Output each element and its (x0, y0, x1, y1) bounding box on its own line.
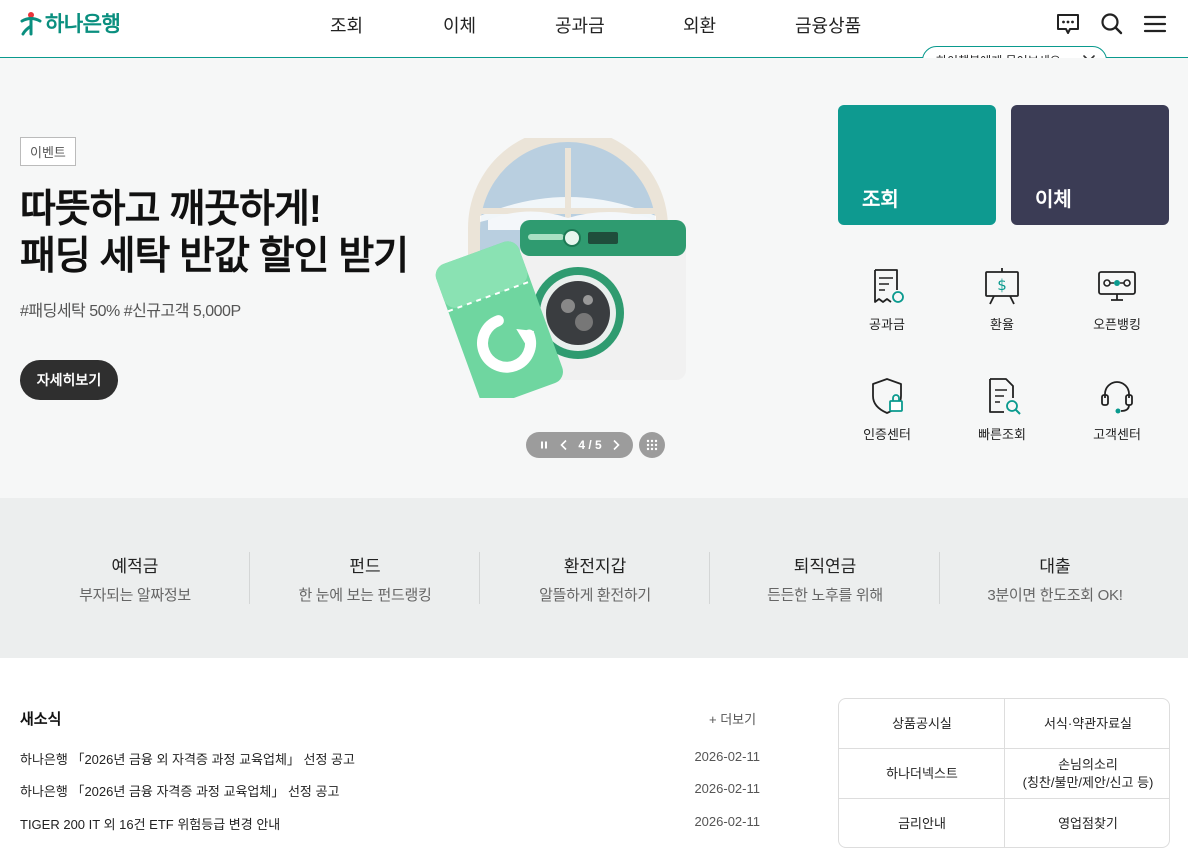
nav-financial-products[interactable]: 금융상품 (795, 12, 861, 38)
link-interest-rates[interactable]: 금리안내 (839, 799, 1005, 847)
quick-fast-inquiry[interactable]: 빠른조회 (957, 376, 1047, 443)
news-item-title: 하나은행 「2026년 금융 외 자격증 과정 교육업체」 선정 공고 (20, 752, 355, 767)
link-product-disclosure[interactable]: 상품공시실 (839, 699, 1005, 748)
quick-certificate-center-label: 인증센터 (863, 427, 911, 442)
news-item-title: 하나은행 「2026년 금융 자격증 과정 교육업체」 선정 공고 (20, 784, 340, 799)
category-deposits[interactable]: 예적금 부자되는 알짜정보 (20, 552, 250, 604)
pause-button[interactable] (532, 440, 556, 450)
news-item-date: 2026-02-11 (694, 814, 760, 829)
quick-certificate-center[interactable]: 인증센터 (842, 376, 932, 443)
news-item[interactable]: 하나은행 「2026년 금융 자격증 과정 교육업체」 선정 공고 2026-0… (20, 781, 760, 801)
svg-text:$: $ (997, 276, 1007, 294)
quick-exchange-rate[interactable]: $ 환율 (957, 266, 1047, 333)
chatbot-icon[interactable] (1055, 11, 1081, 37)
headset-icon (1101, 381, 1133, 414)
hero-title-line1: 따뜻하고 깨끗하게! (20, 188, 322, 231)
prev-slide-button[interactable] (556, 439, 572, 451)
document-search-icon (989, 378, 1021, 415)
category-title: 대출 (1039, 557, 1071, 576)
search-icon[interactable] (1099, 11, 1125, 37)
link-hana-the-next[interactable]: 하나더넥스트 (839, 749, 1005, 798)
pager-text: 4 / 5 (578, 438, 602, 452)
product-category-band: 예적금 부자되는 알짜정보 펀드 한 눈에 보는 펀드랭킹 환전지갑 알뜰하게 … (0, 498, 1188, 658)
link-customer-voice[interactable]: 손님의소리 (칭찬/불만/제안/신고 등) (1005, 749, 1169, 798)
chevron-left-icon (560, 439, 567, 451)
link-customer-voice-line2: (칭찬/불만/제안/신고 등) (1022, 774, 1154, 790)
news-item-date: 2026-02-11 (694, 749, 760, 764)
bill-icon (874, 269, 904, 303)
category-currency-wallet[interactable]: 환전지갑 알뜰하게 환전하기 (480, 552, 710, 604)
menu-icon[interactable] (1142, 11, 1168, 37)
quick-open-banking[interactable]: 오픈뱅킹 (1072, 266, 1162, 333)
hero-section: 이벤트 따뜻하고 깨끗하게! 패딩 세탁 반값 할인 받기 #패딩세탁 50% … (0, 58, 1188, 498)
nav-utility-bills[interactable]: 공과금 (555, 12, 683, 38)
event-tag: 이벤트 (20, 137, 76, 166)
category-subtitle: 알뜰하게 환전하기 (539, 587, 651, 604)
main-nav: 조회 이체 공과금 외환 금융상품 (330, 12, 861, 38)
link-customer-voice-line1: 손님의소리 (1058, 756, 1118, 772)
category-subtitle: 부자되는 알짜정보 (79, 587, 191, 604)
shield-lock-icon (872, 378, 903, 414)
view-details-button[interactable]: 자세히보기 (20, 360, 118, 400)
link-forms-terms[interactable]: 서식·약관자료실 (1005, 699, 1169, 748)
quick-exchange-rate-label: 환율 (990, 317, 1014, 332)
exchange-rate-board-icon: $ (985, 268, 1019, 305)
quick-fast-inquiry-label: 빠른조회 (978, 427, 1026, 442)
category-loans[interactable]: 대출 3분이면 한도조회 OK! (940, 552, 1170, 604)
hero-title: 따뜻하고 깨끗하게! 패딩 세탁 반값 할인 받기 (20, 186, 409, 280)
category-title: 펀드 (349, 557, 381, 576)
nav-transfer[interactable]: 이체 (443, 12, 555, 38)
hana-logo-icon (20, 12, 42, 36)
category-funds[interactable]: 펀드 한 눈에 보는 펀드랭킹 (250, 552, 480, 604)
inquiry-card[interactable]: 조회 (838, 105, 996, 225)
hero-title-line2: 패딩 세탁 반값 할인 받기 (20, 235, 409, 278)
hero-hashtags: #패딩세탁 50% #신규고객 5,000P (20, 303, 241, 320)
news-item-title: TIGER 200 IT 외 16건 ETF 위험등급 변경 안내 (20, 817, 281, 832)
category-subtitle: 한 눈에 보는 펀드랭킹 (298, 587, 432, 604)
quick-customer-center-label: 고객센터 (1093, 427, 1141, 442)
quick-customer-center[interactable]: 고객센터 (1072, 376, 1162, 443)
washing-machine-illustration (435, 138, 686, 398)
next-slide-button[interactable] (608, 439, 624, 451)
category-title: 퇴직연금 (793, 557, 857, 576)
category-retirement-pension[interactable]: 퇴직연금 든든한 노후를 위해 (710, 552, 940, 604)
news-more-link[interactable]: + 더보기 (709, 709, 756, 728)
category-subtitle: 든든한 노후를 위해 (767, 587, 883, 604)
quick-utility-bills-label: 공과금 (869, 317, 905, 332)
news-item[interactable]: 하나은행 「2026년 금융 외 자격증 과정 교육업체」 선정 공고 2026… (20, 749, 760, 769)
view-all-slides-button[interactable] (639, 432, 665, 458)
nav-inquiry[interactable]: 조회 (330, 12, 443, 38)
hana-bank-logo[interactable]: 하나은행 (20, 8, 121, 38)
service-links-table: 상품공시실 서식·약관자료실 하나더넥스트 손님의소리 (칭찬/불만/제안/신고… (838, 698, 1170, 848)
nav-foreign-exchange[interactable]: 외환 (683, 12, 795, 38)
logo-text: 하나은행 (45, 13, 121, 36)
category-title: 환전지갑 (563, 557, 627, 576)
category-subtitle: 3분이면 한도조회 OK! (987, 587, 1123, 604)
link-branch-finder[interactable]: 영업점찾기 (1005, 799, 1169, 847)
grid-icon (646, 439, 658, 451)
open-banking-icon (1098, 271, 1136, 301)
category-title: 예적금 (111, 557, 159, 576)
quick-open-banking-label: 오픈뱅킹 (1093, 317, 1141, 332)
news-item-date: 2026-02-11 (694, 781, 760, 796)
carousel-pager: 4 / 5 (526, 432, 633, 458)
quick-utility-bills[interactable]: 공과금 (842, 266, 932, 333)
news-item[interactable]: TIGER 200 IT 외 16건 ETF 위험등급 변경 안내 2026-0… (20, 814, 760, 834)
chevron-right-icon (613, 439, 620, 451)
news-section-title: 새소식 (20, 711, 62, 728)
transfer-card[interactable]: 이체 (1011, 105, 1169, 225)
pause-icon (541, 441, 547, 449)
